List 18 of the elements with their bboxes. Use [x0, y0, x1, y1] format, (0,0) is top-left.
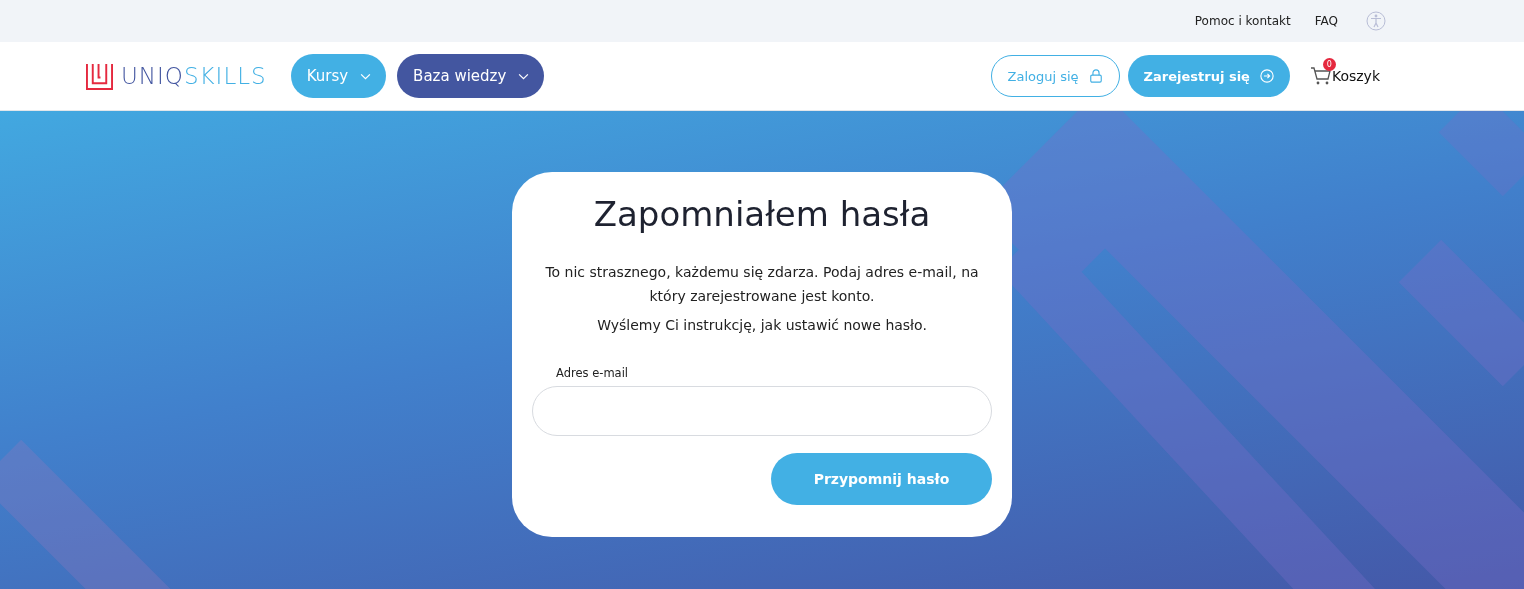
card-title: Zapomniałem hasła: [592, 194, 932, 234]
instruction-text: Wyślemy Ci instrukcję, jak ustawić nowe hasło.: [596, 316, 928, 335]
email-field[interactable]: [532, 386, 992, 436]
chevron-icon: [518, 72, 530, 80]
cart-count-badge: 0: [1322, 58, 1336, 71]
logo-text[interactable]: UNIQ SKILLS: [121, 63, 267, 89]
cart-link[interactable]: Koszyk: [1331, 68, 1380, 84]
top-link[interactable]: Pomoc i kontakt: [1194, 14, 1291, 28]
cart-icon[interactable]: [1309, 66, 1332, 86]
email-label: Adres e-mail: [556, 366, 630, 380]
nav-dropdown-button[interactable]: Baza wiedzy: [397, 54, 545, 98]
lock-icon: [1088, 69, 1103, 83]
logo-icon: [86, 62, 113, 90]
top-link[interactable]: FAQ: [1314, 14, 1338, 28]
instruction-text: To nic strasznego, każdemu się zdarza. Podaj adres e-mail, na który zarejestrowane jest konto.: [544, 263, 980, 306]
arrow-circle-icon: [1259, 69, 1274, 83]
chevron-icon: [360, 72, 372, 80]
accessibility-icon[interactable]: [1366, 11, 1386, 31]
